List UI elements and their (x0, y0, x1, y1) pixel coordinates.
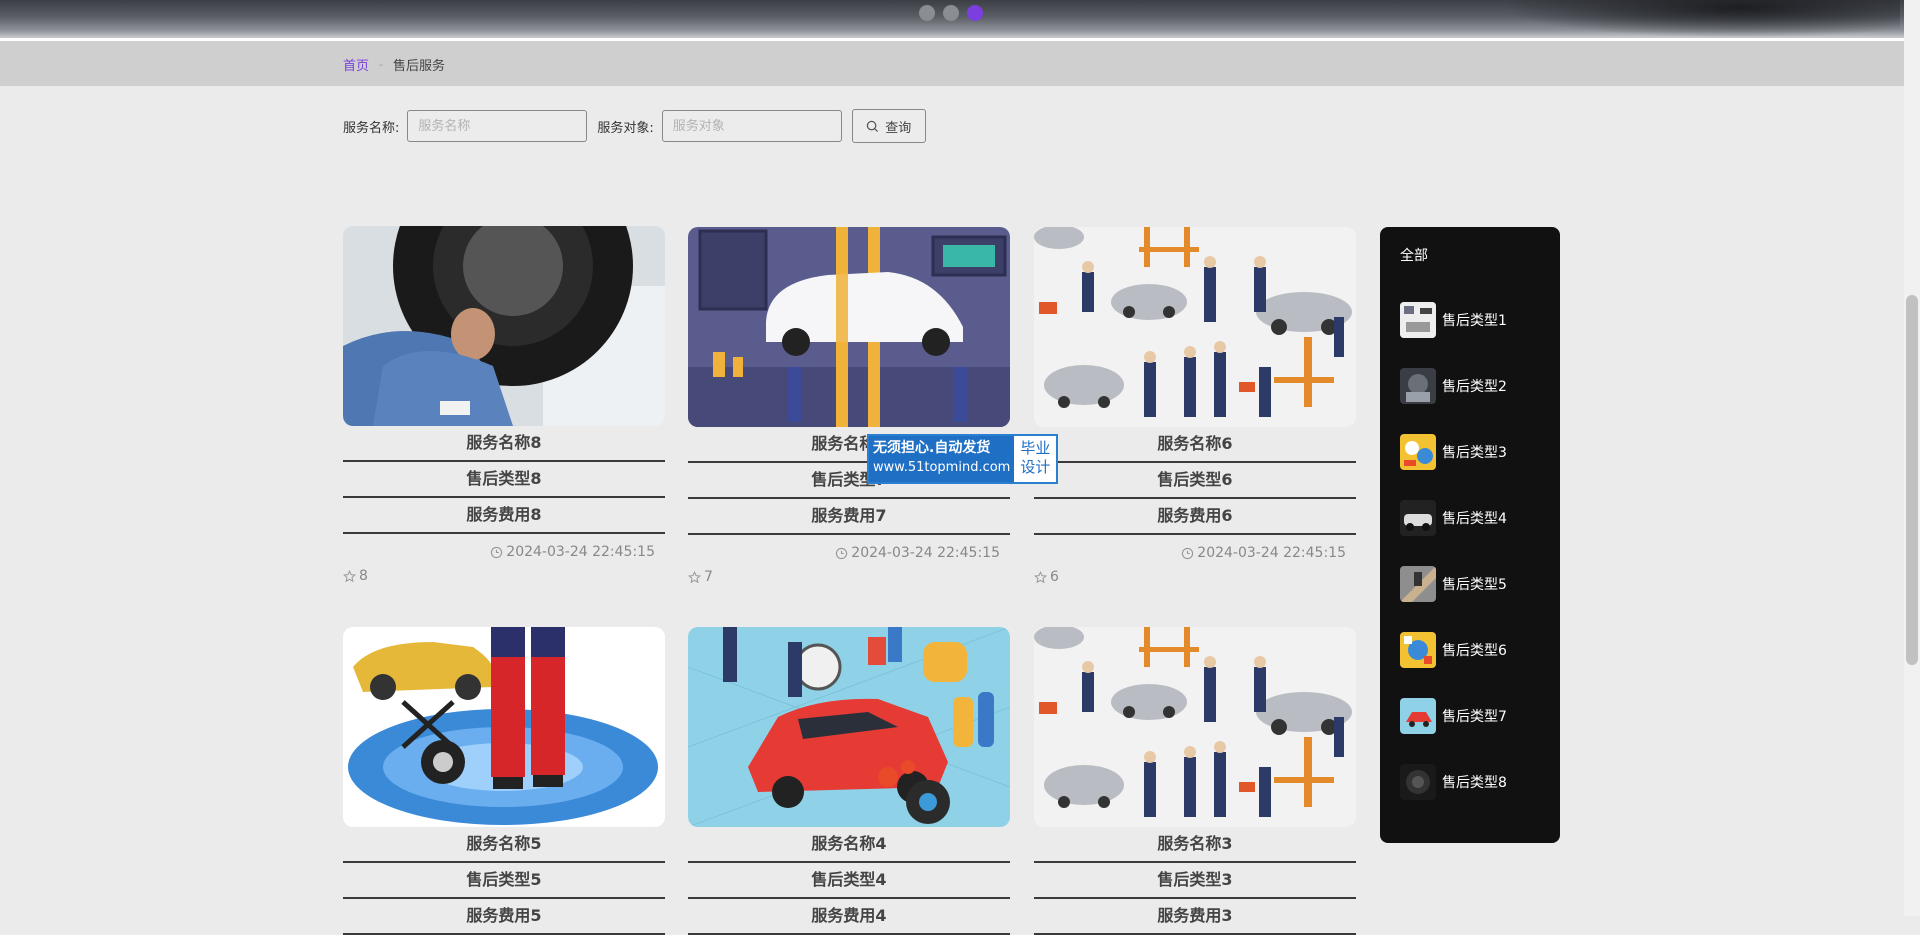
service-title: 服务名称3 (1034, 827, 1356, 863)
service-likes[interactable]: 7 (688, 569, 1010, 585)
service-title: 服务名称6 (1034, 427, 1356, 463)
watermark-right: 毕业 设计 (1014, 436, 1056, 482)
service-type: 售后类型4 (688, 863, 1010, 899)
service-image[interactable] (1034, 227, 1356, 427)
scrollbar-thumb[interactable] (1906, 295, 1918, 665)
category-thumbnail (1400, 302, 1436, 338)
carousel-dot-2[interactable] (943, 5, 959, 21)
service-likes-count: 8 (359, 568, 368, 584)
service-name-label: 服务名称: (343, 120, 400, 136)
service-fee: 服务费用6 (1034, 499, 1356, 535)
search-form: 服务名称: 服务对象: 查询 (343, 109, 926, 143)
watermark-line2: www.51topmind.com (873, 460, 1011, 475)
sidebar-item-label: 售后类型3 (1442, 445, 1507, 461)
watermark-line1: 无须担心.自动发货 (873, 440, 991, 456)
service-type: 售后类型3 (1034, 863, 1356, 899)
service-fee: 服务费用8 (343, 498, 665, 534)
category-thumbnail (1400, 368, 1436, 404)
service-image[interactable] (688, 627, 1010, 827)
service-likes[interactable]: 8 (343, 568, 665, 584)
service-date-text: 2024-03-24 22:45:15 (1197, 545, 1346, 561)
service-likes[interactable]: 6 (1034, 569, 1356, 585)
sidebar-item[interactable]: 售后类型3 (1380, 419, 1560, 485)
service-type: 售后类型5 (343, 863, 665, 899)
service-image[interactable] (343, 627, 665, 827)
category-thumbnail (1400, 566, 1436, 602)
star-icon (343, 569, 356, 582)
service-image[interactable] (343, 226, 665, 426)
sidebar-item-label: 售后类型1 (1442, 313, 1507, 329)
service-image[interactable] (1034, 627, 1356, 827)
service-card[interactable]: 服务名称7 售后类型7 服务费用7 2024-03-24 22:45:15 7 (688, 227, 1010, 585)
sidebar-item-label: 售后类型7 (1442, 709, 1507, 725)
service-fee: 服务费用7 (688, 499, 1010, 535)
category-thumbnail (1400, 434, 1436, 470)
watermark-side1: 毕业 (1020, 439, 1051, 457)
sidebar-item[interactable]: 售后类型6 (1380, 617, 1560, 683)
service-date-text: 2024-03-24 22:45:15 (851, 545, 1000, 561)
breadcrumb-home[interactable]: 首页 (343, 55, 369, 74)
category-thumbnail (1400, 764, 1436, 800)
query-button-label: 查询 (885, 120, 912, 136)
service-card[interactable]: 服务名称6 售后类型6 服务费用6 2024-03-24 22:45:15 6 (1034, 227, 1356, 585)
clock-icon (1182, 547, 1194, 559)
watermark-left: 无须担心.自动发货 www.51topmind.com (869, 436, 1015, 482)
sidebar-item-all[interactable]: 全部 (1380, 247, 1560, 287)
service-type: 售后类型6 (1034, 463, 1356, 499)
sidebar-item-label: 售后类型2 (1442, 379, 1507, 395)
sidebar-item[interactable]: 售后类型5 (1380, 551, 1560, 617)
sidebar-item-label: 售后类型6 (1442, 643, 1507, 659)
service-likes-count: 7 (704, 569, 713, 585)
service-date: 2024-03-24 22:45:15 (688, 545, 1010, 561)
star-icon (688, 570, 701, 583)
breadcrumb-bar: 首页 - 售后服务 (0, 41, 1904, 86)
service-card[interactable]: 服务名称5 售后类型5 服务费用5 (343, 627, 665, 935)
carousel-dot-3[interactable] (967, 5, 983, 21)
watermark-badge: 无须担心.自动发货 www.51topmind.com 毕业 设计 (867, 434, 1059, 484)
banner-image (1500, 0, 1900, 38)
hero-banner (0, 0, 1904, 38)
clock-icon (491, 546, 503, 558)
star-icon (1034, 570, 1047, 583)
service-card[interactable]: 服务名称3 售后类型3 服务费用3 (1034, 627, 1356, 935)
category-thumbnail (1400, 500, 1436, 536)
service-title: 服务名称5 (343, 827, 665, 863)
service-name-input[interactable] (407, 110, 588, 142)
service-image[interactable] (688, 227, 1010, 427)
breadcrumb: 首页 - 售后服务 (343, 55, 445, 74)
category-thumbnail (1400, 698, 1436, 734)
category-sidebar: 全部 售后类型1 售后类型2 售后类型3 售后类型4 售后类型5 售后类型6 售… (1380, 227, 1560, 843)
sidebar-item[interactable]: 售后类型2 (1380, 353, 1560, 419)
sidebar-item[interactable]: 售后类型8 (1380, 749, 1560, 815)
service-likes-count: 6 (1050, 569, 1059, 585)
service-card[interactable]: 服务名称4 售后类型4 服务费用4 (688, 627, 1010, 935)
category-thumbnail (1400, 632, 1436, 668)
service-date-text: 2024-03-24 22:45:15 (506, 544, 655, 560)
service-date: 2024-03-24 22:45:15 (343, 544, 665, 560)
service-title: 服务名称4 (688, 827, 1010, 863)
carousel-dots (919, 5, 983, 21)
service-title: 服务名称8 (343, 426, 665, 462)
sidebar-item[interactable]: 售后类型4 (1380, 485, 1560, 551)
service-fee: 服务费用5 (343, 899, 665, 935)
service-fee: 服务费用3 (1034, 899, 1356, 935)
search-icon (867, 120, 879, 132)
breadcrumb-current: 售后服务 (393, 59, 446, 74)
watermark-side2: 设计 (1020, 458, 1051, 476)
service-date: 2024-03-24 22:45:15 (1034, 545, 1356, 561)
service-card[interactable]: 服务名称8 售后类型8 服务费用8 2024-03-24 22:45:15 8 (343, 226, 665, 584)
sidebar-item-label: 售后类型5 (1442, 577, 1507, 593)
service-target-input[interactable] (661, 110, 842, 142)
query-button[interactable]: 查询 (851, 109, 926, 143)
service-fee: 服务费用4 (688, 899, 1010, 935)
breadcrumb-separator: - (379, 58, 383, 71)
service-target-label: 服务对象: (597, 120, 654, 136)
sidebar-item-label: 售后类型8 (1442, 775, 1507, 791)
carousel-dot-1[interactable] (919, 5, 935, 21)
sidebar-item[interactable]: 售后类型1 (1380, 287, 1560, 353)
service-type: 售后类型8 (343, 462, 665, 498)
sidebar-item[interactable]: 售后类型7 (1380, 683, 1560, 749)
sidebar-item-label: 售后类型4 (1442, 511, 1507, 527)
clock-icon (836, 547, 848, 559)
